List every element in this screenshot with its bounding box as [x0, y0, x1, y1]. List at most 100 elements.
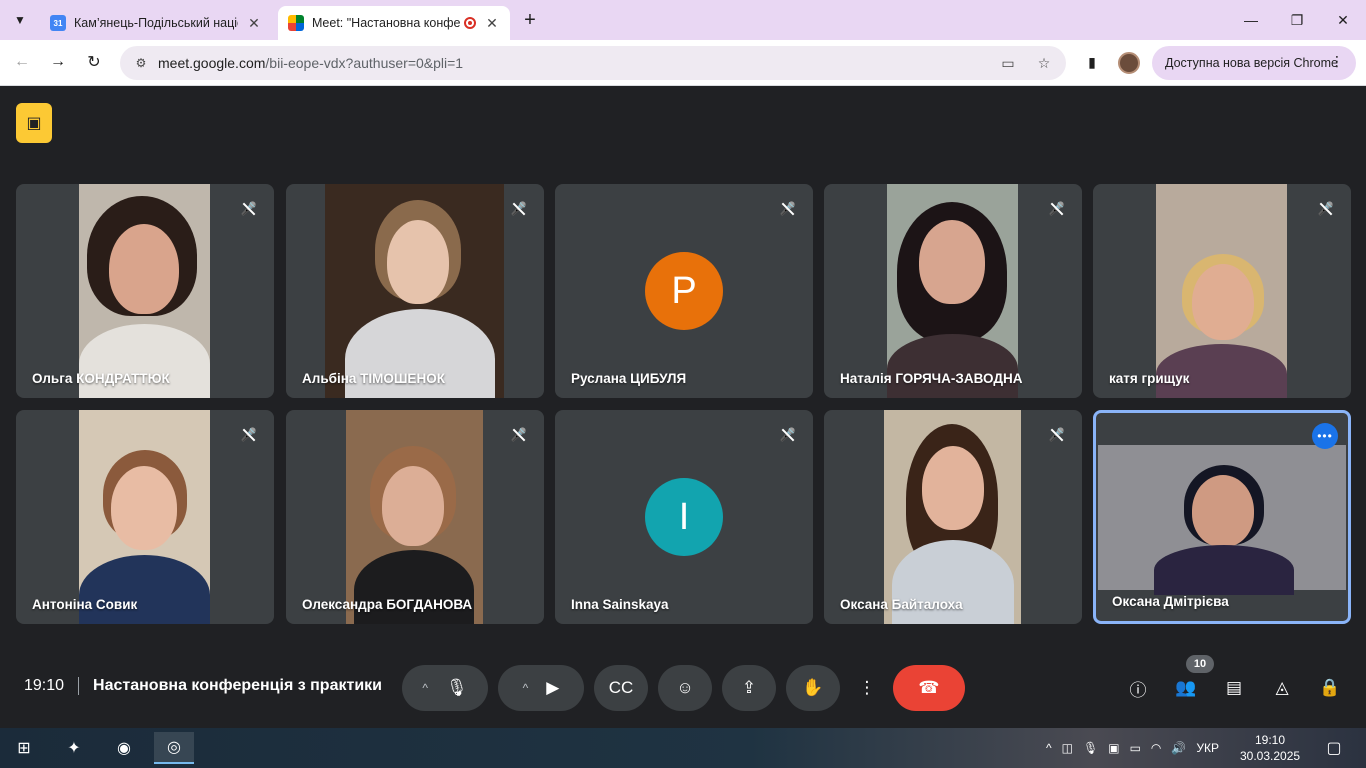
- system-tray: ^ ◫ 🎙 ▣ ▭ ◠ 🔊 УКР: [1046, 728, 1219, 768]
- camera-tray-icon[interactable]: ◫: [1062, 741, 1073, 755]
- camera-in-use-icon[interactable]: ▭: [998, 53, 1018, 73]
- browser-toolbar: ← → ↻ ⚙ meet.google.com/bii-eope-vdx?aut…: [0, 40, 1366, 86]
- show-hidden-icons-icon[interactable]: ^: [1046, 741, 1052, 755]
- participant-tile[interactable]: 🎤 Альбіна ТІМОШЕНОК: [286, 184, 544, 398]
- back-button[interactable]: ←: [10, 50, 34, 74]
- captions-button[interactable]: CC: [594, 665, 648, 711]
- chevron-up-icon[interactable]: ^: [523, 681, 529, 695]
- activities-icon: ◬: [1275, 678, 1289, 697]
- taskbar-edge[interactable]: ◉: [104, 732, 144, 764]
- taskbar-chrome[interactable]: ◎: [154, 732, 194, 764]
- meet-stage: ▣ 🎤 Ольга КОНДРАТТЮК 🎤 Альбіна ТІМОШЕНОК…: [0, 87, 1366, 728]
- people-button[interactable]: 👥: [1173, 675, 1199, 701]
- volume-icon[interactable]: 🔊: [1171, 741, 1186, 755]
- meeting-time: 19:10: [24, 677, 65, 694]
- participant-name: Руслана ЦИБУЛЯ: [571, 371, 687, 386]
- participant-tile[interactable]: 🎤 Оксана Байталоха: [824, 410, 1082, 624]
- mic-tray-icon[interactable]: 🎙: [1083, 741, 1098, 755]
- reactions-button[interactable]: ☺: [658, 665, 712, 711]
- start-button[interactable]: ⊞: [4, 732, 44, 764]
- chat-button[interactable]: ▤: [1221, 675, 1247, 701]
- mic-off-icon: 🎤: [238, 198, 260, 220]
- wifi-icon[interactable]: ◠: [1151, 741, 1161, 755]
- tab-search-icon[interactable]: ▼: [8, 8, 32, 32]
- participant-avatar: Р: [645, 252, 723, 330]
- chrome-update-button[interactable]: Доступна нова версія Chrome ⋮: [1152, 46, 1356, 80]
- present-screen-button[interactable]: ⇪: [722, 665, 776, 711]
- reload-button[interactable]: ↻: [82, 50, 106, 74]
- chevron-up-icon[interactable]: ^: [422, 681, 428, 695]
- participant-tile[interactable]: Р 🎤 Руслана ЦИБУЛЯ: [555, 184, 813, 398]
- camera-button[interactable]: ^ ▶: [498, 665, 584, 711]
- chrome-icon: ◎: [167, 739, 181, 756]
- participant-name: катя грищук: [1109, 371, 1190, 386]
- raise-hand-button[interactable]: ✋: [786, 665, 840, 711]
- notifications-button[interactable]: ▢: [1314, 732, 1354, 764]
- participant-tile[interactable]: 🎤 Олександра БОГДАНОВА: [286, 410, 544, 624]
- host-controls-button[interactable]: 🔒: [1317, 675, 1343, 701]
- battery-icon[interactable]: ▭: [1130, 741, 1141, 755]
- meeting-info: 19:10 Настановна конференція з практики: [24, 677, 382, 695]
- taskbar-copilot[interactable]: ✦: [54, 732, 94, 764]
- divider: [78, 677, 80, 695]
- side-panel-icon[interactable]: ▮: [1082, 52, 1102, 72]
- menu-dots-icon[interactable]: ⋮: [1330, 53, 1344, 70]
- participant-name: Антоніна Совик: [32, 597, 138, 612]
- self-video: [1098, 445, 1346, 595]
- profile-avatar[interactable]: [1118, 52, 1140, 74]
- hang-up-icon: ☎: [918, 678, 940, 697]
- captions-icon: CC: [608, 678, 634, 697]
- meeting-safety-warning-icon[interactable]: ▣: [16, 103, 52, 143]
- meet-favicon-icon: [288, 15, 304, 31]
- participant-name: Оксана Дмітрієва: [1112, 594, 1229, 609]
- participant-count-badge: 10: [1186, 655, 1214, 673]
- clock-time: 19:10: [1254, 733, 1286, 747]
- people-icon: 👥: [1175, 678, 1197, 697]
- emoji-icon: ☺: [676, 678, 694, 697]
- participant-video: [79, 410, 210, 624]
- maximize-button[interactable]: ❐: [1274, 0, 1320, 40]
- forward-button[interactable]: →: [46, 50, 70, 74]
- activities-button[interactable]: ◬: [1269, 675, 1295, 701]
- participant-tile[interactable]: 🎤 катя грищук: [1093, 184, 1351, 398]
- mic-off-icon: 🎤: [1046, 424, 1068, 446]
- language-indicator[interactable]: УКР: [1196, 741, 1219, 755]
- close-icon[interactable]: ✕: [246, 15, 262, 32]
- tab-meet[interactable]: Meet: "Настановна конфер ✕: [278, 6, 510, 40]
- camera-icon: ▶: [546, 678, 560, 697]
- info-icon: ⓘ: [1129, 680, 1147, 700]
- self-view-tile[interactable]: ••• Оксана Дмітрієва: [1093, 410, 1351, 624]
- tab-calendar[interactable]: 31 Кам’янець-Подільський націо ✕: [40, 6, 272, 40]
- participant-name: Оксана Байталоха: [840, 597, 963, 612]
- tab-title: Meet: "Настановна конфер: [312, 16, 460, 30]
- windows-logo-icon: ⊞: [17, 740, 31, 757]
- address-bar[interactable]: ⚙ meet.google.com/bii-eope-vdx?authuser=…: [120, 46, 1066, 80]
- bookmark-star-icon[interactable]: ☆: [1034, 53, 1054, 73]
- minimize-button[interactable]: —: [1228, 0, 1274, 40]
- meeting-title: Настановна конференція з практики: [93, 677, 382, 694]
- url-path: /bii-eope-vdx?authuser=0&pli=1: [265, 55, 464, 71]
- participant-tile[interactable]: 🎤 Наталія ГОРЯЧА-ЗАВОДНА: [824, 184, 1082, 398]
- app-tray-icon[interactable]: ▣: [1108, 741, 1119, 755]
- edge-icon: ◉: [117, 740, 131, 757]
- new-tab-button[interactable]: +: [518, 10, 542, 34]
- close-icon[interactable]: ✕: [484, 15, 500, 32]
- participant-tile[interactable]: 🎤 Ольга КОНДРАТТЮК: [16, 184, 274, 398]
- more-options-button[interactable]: ⋮: [853, 665, 881, 711]
- window-close-button[interactable]: ✕: [1320, 0, 1366, 40]
- mic-off-icon: 🎤: [1315, 198, 1337, 220]
- copilot-icon: ✦: [67, 740, 81, 757]
- more-vert-icon: ⋮: [858, 678, 876, 697]
- windows-taskbar: ⊞ ✦ ◉ ◎ ^ ◫ 🎙 ▣ ▭ ◠ 🔊 УКР 19:10 30.03.20…: [0, 728, 1366, 768]
- participant-tile[interactable]: I 🎤 Inna Sainskaya: [555, 410, 813, 624]
- update-label: Доступна нова версія Chrome: [1165, 56, 1338, 70]
- microphone-button[interactable]: ^ 🎙: [402, 665, 488, 711]
- system-clock[interactable]: 19:10 30.03.2025: [1240, 732, 1300, 764]
- meeting-details-button[interactable]: ⓘ: [1125, 675, 1151, 701]
- more-options-icon[interactable]: •••: [1312, 423, 1338, 449]
- leave-call-button[interactable]: ☎: [893, 665, 965, 711]
- participant-avatar: I: [645, 478, 723, 556]
- site-settings-icon[interactable]: ⚙: [132, 54, 150, 72]
- url-host: meet.google.com: [158, 55, 266, 71]
- participant-tile[interactable]: 🎤 Антоніна Совик: [16, 410, 274, 624]
